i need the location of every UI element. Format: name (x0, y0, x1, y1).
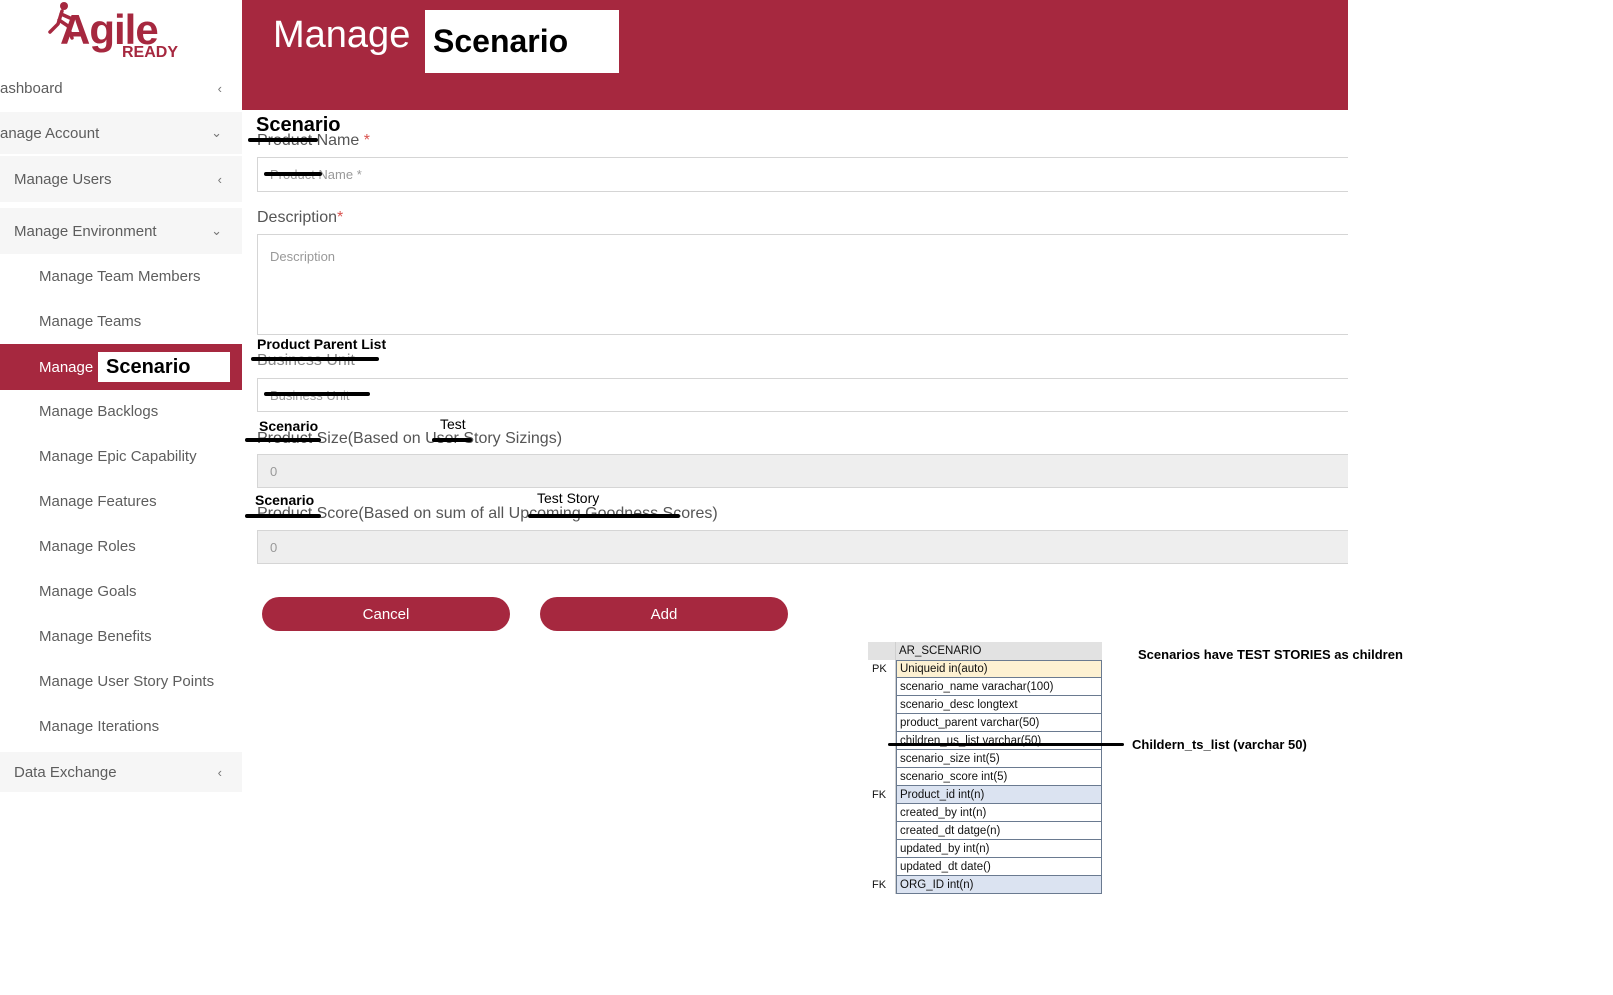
er-key-cell (868, 732, 896, 750)
product-score-input[interactable]: 0 (257, 530, 1348, 564)
add-button[interactable]: Add (540, 597, 788, 631)
agile-ready-logo: Agile READY (44, 0, 184, 68)
score-overlay-test-story: Test Story (537, 490, 600, 506)
chevron-left-icon: ‹ (217, 764, 222, 780)
description-label: Description* (257, 209, 344, 226)
er-field-cell: ORG_ID int(n) (896, 876, 1102, 894)
er-field-cell: Uniqueid in(auto) (896, 660, 1102, 678)
er-field-cell: scenario_name varachar(100) (896, 678, 1102, 696)
er-table-row: FK ORG_ID int(n) (868, 876, 1104, 894)
er-table-row: updated_by int(n) (868, 840, 1104, 858)
er-table-row: created_by int(n) (868, 804, 1104, 822)
er-field-cell: scenario_score int(5) (896, 768, 1102, 786)
sidebar-item-team-members[interactable]: Manage Team Members (0, 256, 242, 296)
business-unit-label: Business Unit (257, 352, 355, 370)
chevron-down-icon: ⌄ (211, 125, 222, 140)
er-table-row: FK Product_id int(n) (868, 786, 1104, 804)
er-field-cell: Product_id int(n) (896, 786, 1102, 804)
er-key-cell (868, 678, 896, 696)
chevron-down-icon: ⌄ (211, 223, 222, 238)
sidebar-item-teams[interactable]: Manage Teams (0, 301, 242, 341)
er-field-cell: scenario_size int(5) (896, 750, 1102, 768)
strike-mark (528, 514, 680, 518)
children-note: Scenarios have TEST STORIES as children (1138, 647, 1403, 662)
cancel-button[interactable]: Cancel (262, 597, 510, 631)
er-table-row: scenario_score int(5) (868, 768, 1104, 786)
er-table-row: product_parent varchar(50) (868, 714, 1104, 732)
scenario-overlay-label: Scenario (98, 352, 230, 382)
er-field-cell: children_us_list varchar(50) (896, 732, 1102, 750)
sidebar-item-roles[interactable]: Manage Roles (0, 526, 242, 566)
parent-overlay-label: Product Parent List (257, 336, 387, 352)
er-key-cell (868, 804, 896, 822)
er-key-cell: FK (868, 786, 896, 804)
er-key-cell (868, 696, 896, 714)
er-table-row: updated_dt date() (868, 858, 1104, 876)
er-field-cell: scenario_desc longtext (896, 696, 1102, 714)
er-table-header: AR_SCENARIO (868, 642, 1104, 660)
strike-mark (248, 138, 318, 142)
strike-mark (251, 357, 379, 361)
sidebar-item-manage-users[interactable]: Manage Users ‹ (0, 156, 242, 202)
page-header: Manage Scenario (242, 0, 1348, 110)
er-key-cell (868, 840, 896, 858)
sidebar: Agile READY ashboard ‹ anage Account ⌄ M… (0, 0, 242, 995)
product-name-input[interactable]: Product Name * (257, 157, 1348, 192)
er-field-cell: product_parent varchar(50) (896, 714, 1102, 732)
sidebar-item-scenario[interactable]: Manage Scenario (0, 344, 242, 390)
children-list-note: Childern_ts_list (varchar 50) (1132, 737, 1307, 752)
sidebar-item-goals[interactable]: Manage Goals (0, 571, 242, 611)
business-unit-select[interactable]: Business Unit (257, 378, 1348, 412)
description-textarea[interactable]: Description (257, 234, 1348, 335)
er-table-row: scenario_name varachar(100) (868, 678, 1104, 696)
chevron-left-icon: ‹ (217, 80, 222, 96)
strike-mark (888, 743, 1124, 746)
er-field-cell: created_by int(n) (896, 804, 1102, 822)
er-table-ar-scenario: AR_SCENARIO PK Uniqueid in(auto) scenario_… (868, 642, 1104, 894)
sidebar-item-manage-environment[interactable]: Manage Environment ⌄ (0, 208, 242, 254)
er-table-row: children_us_list varchar(50) (868, 732, 1104, 750)
sidebar-item-features[interactable]: Manage Features (0, 481, 242, 521)
er-table-name: AR_SCENARIO (896, 642, 1102, 660)
sidebar-item-backlogs[interactable]: Manage Backlogs (0, 391, 242, 431)
chevron-left-icon: ‹ (217, 171, 222, 187)
er-field-cell: updated_dt date() (896, 858, 1102, 876)
er-key-cell: FK (868, 876, 896, 894)
sidebar-item-iterations[interactable]: Manage Iterations (0, 706, 242, 746)
page-title: Manage (273, 14, 411, 56)
er-key-cell (868, 768, 896, 786)
er-key-cell (868, 858, 896, 876)
strike-mark (264, 392, 370, 396)
er-key-cell: PK (868, 660, 896, 678)
strike-mark (264, 172, 322, 176)
sidebar-item-user-story-points[interactable]: Manage User Story Points (0, 661, 242, 701)
sidebar-item-manage-account[interactable]: anage Account ⌄ (0, 112, 242, 154)
sidebar-item-data-exchange[interactable]: Data Exchange ‹ (0, 752, 242, 792)
er-key-cell (868, 750, 896, 768)
strike-mark (432, 438, 472, 442)
er-field-cell: created_dt datge(n) (896, 822, 1102, 840)
er-table-row: created_dt datge(n) (868, 822, 1104, 840)
er-key-cell (868, 822, 896, 840)
logo-sub: READY (122, 44, 179, 61)
sidebar-item-benefits[interactable]: Manage Benefits (0, 616, 242, 656)
page-title-overlay: Scenario (425, 10, 619, 73)
strike-mark (245, 514, 321, 518)
er-table-row: scenario_size int(5) (868, 750, 1104, 768)
er-field-cell: updated_by int(n) (896, 840, 1102, 858)
strike-mark (245, 438, 321, 442)
product-size-input[interactable]: 0 (257, 454, 1348, 488)
er-table-row: PK Uniqueid in(auto) (868, 660, 1104, 678)
er-key-cell (868, 714, 896, 732)
sidebar-item-dashboard[interactable]: ashboard ‹ (0, 70, 242, 106)
er-table-row: scenario_desc longtext (868, 696, 1104, 714)
sidebar-item-epic-capability[interactable]: Manage Epic Capability (0, 436, 242, 476)
